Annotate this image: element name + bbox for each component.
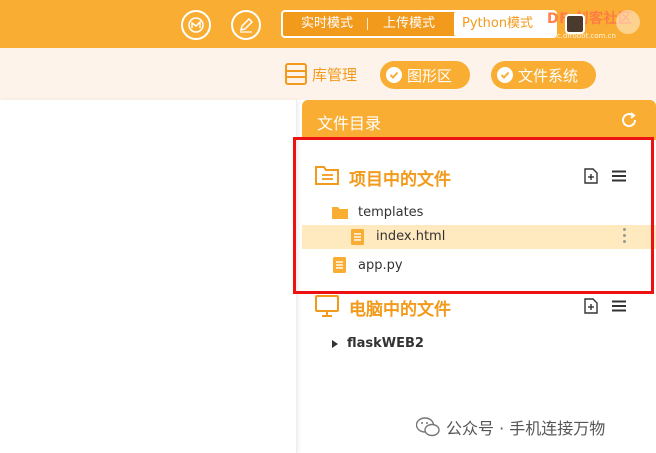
- panel-title: 文件目录: [317, 114, 382, 133]
- library-manager-button[interactable]: 库管理: [284, 62, 357, 86]
- monitor-icon: [315, 295, 339, 317]
- highlight-annotation: [293, 137, 654, 294]
- edit-button[interactable]: [231, 10, 261, 40]
- upload-mode-button[interactable]: 上传模式: [373, 12, 445, 36]
- menu-icon[interactable]: [612, 300, 626, 312]
- new-file-icon[interactable]: [584, 298, 598, 314]
- graphics-area-label: 图形区: [407, 66, 453, 85]
- wechat-icon: [416, 417, 440, 437]
- computer-files-title: 电脑中的文件: [349, 300, 451, 320]
- library-icon: [285, 63, 307, 85]
- tree-item-label: flaskWEB2: [347, 336, 424, 351]
- statistics-button[interactable]: [181, 10, 211, 40]
- brand-url: mc.dfrobot.com.cn: [550, 32, 616, 40]
- mode-switch: 实时模式 上传模式 Python模式: [281, 10, 557, 38]
- realtime-mode-button[interactable]: 实时模式: [291, 12, 363, 36]
- watermark-text: 公众号 · 手机连接万物: [446, 419, 606, 438]
- panel-header: 文件目录: [302, 100, 656, 140]
- statistics-icon: [188, 17, 204, 33]
- check-icon: [386, 67, 402, 83]
- file-system-label: 文件系统: [518, 66, 579, 85]
- toolbar: 库管理 图形区 文件系统: [0, 48, 656, 100]
- mode-divider: [367, 18, 368, 30]
- tree-item-flaskweb2[interactable]: flaskWEB2: [302, 332, 656, 356]
- check-icon: [497, 67, 513, 83]
- watermark: 公众号 · 手机连接万物: [416, 415, 605, 439]
- library-label: 库管理: [312, 65, 358, 84]
- refresh-icon[interactable]: [620, 111, 638, 129]
- top-bar: 实时模式 上传模式 Python模式 DF 创客社区 mc.dfrobot.co…: [0, 0, 656, 48]
- caret-right-icon[interactable]: [332, 340, 338, 348]
- robot-logo-icon: [565, 14, 585, 34]
- edit-icon: [239, 17, 254, 33]
- avatar[interactable]: [616, 10, 640, 34]
- python-mode-button[interactable]: Python模式: [454, 12, 555, 36]
- graphics-area-button[interactable]: 图形区: [380, 61, 470, 89]
- file-system-button[interactable]: 文件系统: [491, 61, 596, 89]
- code-editor[interactable]: [0, 100, 297, 453]
